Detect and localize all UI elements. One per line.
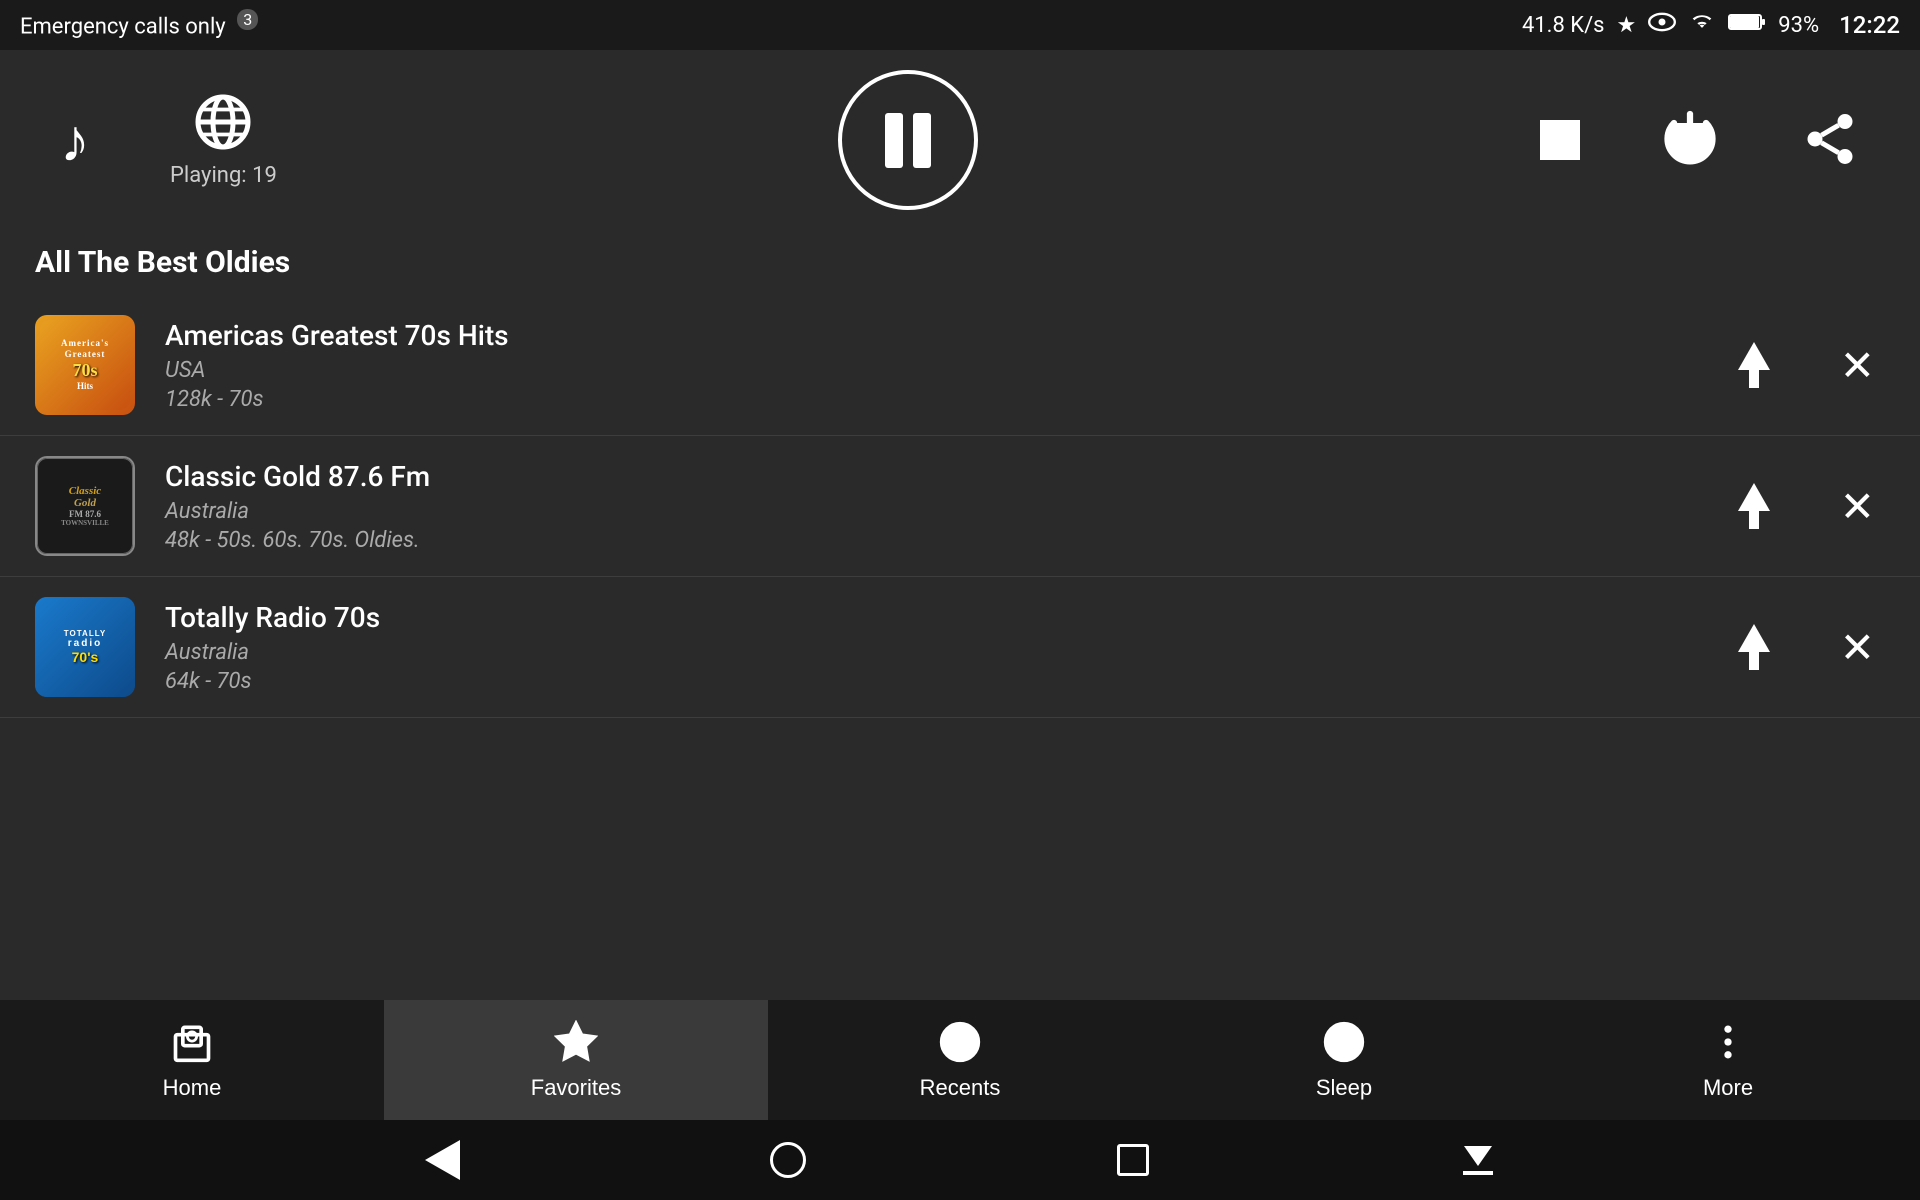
stop-button[interactable]	[1540, 120, 1580, 160]
station-name-1: Americas Greatest 70s Hits	[165, 319, 1698, 352]
controls-bar: ♪ Playing: 19	[0, 50, 1920, 230]
station-info-1: Americas Greatest 70s Hits USA 128k - 70…	[165, 319, 1698, 412]
system-nav	[0, 1120, 1920, 1200]
remove-button-3[interactable]: ✕	[1830, 613, 1885, 682]
station-logo-totally: totally radio 70's	[35, 597, 135, 697]
controls-center-section	[838, 70, 978, 210]
upload-button-1[interactable]	[1728, 332, 1780, 398]
nav-home[interactable]: Home	[0, 1000, 384, 1120]
station-actions-2: ✕	[1728, 472, 1885, 541]
status-emergency: Emergency calls only 3	[20, 10, 258, 39]
recents-system-icon	[1117, 1144, 1149, 1176]
recents-icon	[938, 1020, 982, 1067]
status-bar: Emergency calls only 3 41.8 K/s ★ 93% 12…	[0, 0, 1920, 50]
stop-icon	[1540, 120, 1580, 160]
nav-more[interactable]: More	[1536, 1000, 1920, 1120]
nav-recents[interactable]: Recents	[768, 1000, 1152, 1120]
radio-item: America's Greatest 70s Hits Americas Gre…	[0, 295, 1920, 436]
radio-item-3: totally radio 70's Totally Radio 70s Aus…	[0, 577, 1920, 718]
home-system-icon	[770, 1142, 806, 1178]
home-icon	[170, 1020, 214, 1067]
time-display: 12:22	[1839, 11, 1900, 39]
bluetooth-icon: ★	[1617, 13, 1637, 38]
speed-indicator: 41.8 K/s	[1522, 13, 1605, 38]
upload-button-3[interactable]	[1728, 614, 1780, 680]
wifi-icon	[1688, 11, 1716, 39]
station-actions-1: ✕	[1728, 331, 1885, 400]
download-icon	[1463, 1146, 1493, 1175]
nav-sleep-label: Sleep	[1316, 1075, 1372, 1101]
list-title: All The Best Oldies	[0, 230, 1920, 295]
pause-icon	[885, 113, 931, 168]
controls-right-section	[1540, 109, 1860, 172]
upload-icon-2	[1738, 483, 1770, 529]
battery-icon	[1728, 12, 1766, 38]
status-right: 41.8 K/s ★ 93% 12:22	[1522, 11, 1900, 39]
station-details-3: 64k - 70s	[165, 669, 1698, 694]
back-icon	[425, 1140, 460, 1180]
globe-button[interactable]	[193, 92, 253, 155]
playing-label: Playing: 19	[170, 163, 277, 188]
system-recents-button[interactable]	[1110, 1138, 1155, 1183]
remove-button-2[interactable]: ✕	[1830, 472, 1885, 541]
nav-recents-label: Recents	[920, 1075, 1001, 1101]
system-home-button[interactable]	[765, 1138, 810, 1183]
upload-button-2[interactable]	[1728, 473, 1780, 539]
music-note-icon: ♪	[60, 106, 90, 175]
radio-item-2: Classic Gold FM 87.6 TOWNSVILLE Classic …	[0, 436, 1920, 577]
favorites-icon	[554, 1020, 598, 1067]
radio-list: America's Greatest 70s Hits Americas Gre…	[0, 295, 1920, 718]
station-info-3: Totally Radio 70s Australia 64k - 70s	[165, 601, 1698, 694]
station-actions-3: ✕	[1728, 613, 1885, 682]
station-name-3: Totally Radio 70s	[165, 601, 1698, 634]
sleep-icon	[1322, 1020, 1366, 1067]
station-country-3: Australia	[165, 640, 1698, 665]
power-button[interactable]	[1660, 109, 1720, 172]
nav-favorites-label: Favorites	[531, 1075, 621, 1101]
station-country-1: USA	[165, 358, 1698, 383]
station-country-2: Australia	[165, 499, 1698, 524]
share-button[interactable]	[1800, 109, 1860, 172]
remove-button-1[interactable]: ✕	[1830, 331, 1885, 400]
bottom-nav: Home Favorites Recents Sleep More	[0, 1000, 1920, 1120]
more-icon	[1706, 1020, 1750, 1067]
system-back-button[interactable]	[420, 1138, 465, 1183]
close-icon-3: ✕	[1840, 623, 1875, 672]
station-details-1: 128k - 70s	[165, 387, 1698, 412]
notification-badge: 3	[237, 9, 258, 30]
upload-icon-3	[1738, 624, 1770, 670]
station-logo-classic: Classic Gold FM 87.6 TOWNSVILLE	[35, 456, 135, 556]
close-icon-2: ✕	[1840, 482, 1875, 531]
station-info-2: Classic Gold 87.6 Fm Australia 48k - 50s…	[165, 460, 1698, 553]
eye-icon	[1648, 11, 1676, 39]
nav-home-label: Home	[163, 1075, 222, 1101]
controls-left-section: ♪ Playing: 19	[60, 92, 277, 188]
power-icon	[1660, 109, 1720, 172]
nav-favorites[interactable]: Favorites	[384, 1000, 768, 1120]
battery-percent: 93%	[1778, 13, 1819, 38]
nav-sleep[interactable]: Sleep	[1152, 1000, 1536, 1120]
music-button[interactable]: ♪	[60, 106, 90, 175]
station-logo-70s: America's Greatest 70s Hits	[35, 315, 135, 415]
system-download-button[interactable]	[1455, 1138, 1500, 1183]
station-details-2: 48k - 50s. 60s. 70s. Oldies.	[165, 528, 1698, 553]
share-icon	[1800, 109, 1860, 172]
close-icon-1: ✕	[1840, 341, 1875, 390]
nav-more-label: More	[1703, 1075, 1753, 1101]
pause-button[interactable]	[838, 70, 978, 210]
upload-icon-1	[1738, 342, 1770, 388]
station-name-2: Classic Gold 87.6 Fm	[165, 460, 1698, 493]
globe-icon	[193, 92, 253, 155]
